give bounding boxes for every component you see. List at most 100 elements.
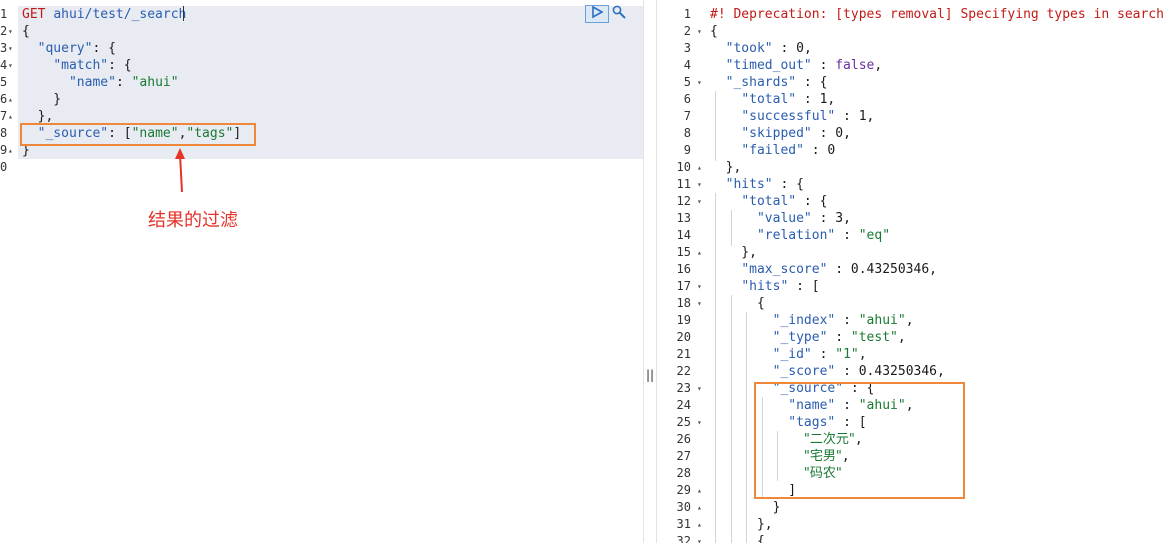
line-number: 2	[683, 24, 691, 38]
code-line[interactable]: 2 ▾{	[0, 23, 643, 40]
text-cursor	[183, 6, 184, 21]
code-line[interactable]: 2 ▾{	[657, 23, 1165, 40]
fold-open-icon[interactable]: ▾	[697, 278, 702, 295]
code-line[interactable]: 21 "_id" : "1",	[657, 346, 1165, 363]
fold-close-icon[interactable]: ▴	[697, 159, 702, 176]
wrench-icon	[611, 4, 627, 24]
code-token: ,	[827, 92, 836, 107]
code-line[interactable]: 22 "_score" : 0.43250346,	[657, 363, 1165, 380]
fold-close-icon[interactable]: ▴	[697, 516, 702, 533]
fold-open-icon[interactable]: ▾	[697, 23, 702, 40]
code-token: "took"	[725, 41, 773, 56]
fold-close-icon[interactable]: ▴	[8, 91, 13, 108]
code-line[interactable]: 13 "value" : 3,	[657, 210, 1165, 227]
code-token: :	[803, 143, 828, 158]
code-line[interactable]: 30 ▴ }	[657, 499, 1165, 516]
code-line[interactable]: 9 "failed" : 0	[657, 142, 1165, 159]
code-text: "total" : {	[710, 193, 827, 210]
code-line[interactable]: 5 "name": "ahui"	[0, 74, 643, 91]
code-text: {	[22, 23, 30, 40]
line-number: 7	[0, 109, 8, 123]
annotation-arrow	[175, 148, 185, 193]
fold-open-icon[interactable]: ▾	[697, 533, 702, 543]
divider-handle[interactable]: ||	[645, 368, 655, 384]
line-number: 32	[676, 534, 691, 543]
fold-close-icon[interactable]: ▴	[8, 108, 13, 125]
code-token: 3	[835, 211, 844, 226]
send-request-button[interactable]	[585, 5, 609, 23]
line-number: 23	[676, 381, 691, 395]
fold-open-icon[interactable]: ▾	[697, 380, 702, 397]
code-line[interactable]: 6 ▴ }	[0, 91, 643, 108]
fold-open-icon[interactable]: ▾	[8, 40, 13, 57]
code-token: "_score"	[772, 364, 836, 379]
pane-divider[interactable]	[643, 0, 657, 543]
code-token: {	[710, 296, 765, 311]
line-number: 1	[0, 7, 8, 21]
code-token: "hits"	[725, 177, 773, 192]
fold-open-icon[interactable]: ▾	[697, 74, 702, 91]
fold-open-icon[interactable]: ▾	[697, 295, 702, 312]
fold-close-icon[interactable]: ▴	[697, 244, 702, 261]
line-number: 6	[0, 92, 8, 106]
fold-open-icon[interactable]: ▾	[8, 57, 13, 74]
code-token: ,	[937, 364, 945, 379]
code-line[interactable]: 19 "_index" : "ahui",	[657, 312, 1165, 329]
code-line[interactable]: 20 "_type" : "test",	[657, 329, 1165, 346]
request-editor[interactable]: 1 GET ahui/test/_search 2 ▾{3 ▾ "query": {4 ▾…	[0, 0, 643, 543]
code-token: ahui/test/_search	[53, 7, 187, 22]
code-line[interactable]: 3 "took" : 0,	[657, 40, 1165, 57]
fold-open-icon[interactable]: ▾	[8, 23, 13, 40]
code-token: "_index"	[772, 313, 836, 328]
fold-close-icon[interactable]: ▴	[697, 499, 702, 516]
code-token: 0.43250346	[850, 262, 930, 277]
code-line[interactable]: 17 ▾ "hits" : [	[657, 278, 1165, 295]
code-line[interactable]: 6 "total" : 1,	[657, 91, 1165, 108]
code-line[interactable]: 3 ▾ "query": {	[0, 40, 643, 57]
code-line[interactable]: 11 ▾ "hits" : {	[657, 176, 1165, 193]
code-line[interactable]: 4 ▾ "match": {	[0, 57, 643, 74]
code-line[interactable]: 7 "successful" : 1,	[657, 108, 1165, 125]
code-line[interactable]: 1 #! Deprecation: [types removal] Specify…	[657, 6, 1165, 23]
code-line[interactable]: 31 ▴ },	[657, 516, 1165, 533]
code-token: ,	[843, 126, 851, 141]
code-token: :	[835, 109, 859, 124]
code-line[interactable]: 16 "max_score" : 0.43250346,	[657, 261, 1165, 278]
line-number: 1	[683, 7, 691, 21]
code-token: {	[22, 24, 30, 39]
code-line[interactable]: 4 "timed_out" : false,	[657, 57, 1165, 74]
code-line[interactable]: 15 ▴ },	[657, 244, 1165, 261]
code-text: "_index" : "ahui",	[710, 312, 914, 329]
code-token: ,	[866, 109, 875, 124]
code-line[interactable]: 14 "relation" : "eq"	[657, 227, 1165, 244]
code-token: :	[772, 41, 797, 56]
code-line[interactable]: 32 ▾ {	[657, 533, 1165, 543]
fold-open-icon[interactable]: ▾	[697, 414, 702, 431]
line-number: 21	[676, 347, 691, 361]
code-line[interactable]: 1 GET ahui/test/_search	[0, 6, 643, 23]
code-token: "value"	[756, 211, 812, 226]
fold-open-icon[interactable]: ▾	[697, 193, 702, 210]
code-line[interactable]: 8 "skipped" : 0,	[657, 125, 1165, 142]
fold-close-icon[interactable]: ▴	[8, 142, 13, 159]
code-line[interactable]: 10 ▴ },	[657, 159, 1165, 176]
code-text: #! Deprecation: [types removal] Specifyi…	[710, 6, 1165, 23]
code-line[interactable]: 18 ▾ {	[657, 295, 1165, 312]
code-line[interactable]: 12 ▾ "total" : {	[657, 193, 1165, 210]
request-settings-button[interactable]	[610, 5, 628, 23]
line-number: 17	[676, 279, 691, 293]
code-token: 0.43250346	[858, 364, 938, 379]
code-token: "name"	[68, 75, 116, 90]
code-line[interactable]: 5 ▾ "_shards" : {	[657, 74, 1165, 91]
fold-close-icon[interactable]: ▴	[697, 482, 702, 499]
fold-open-icon[interactable]: ▾	[697, 176, 702, 193]
code-text: "name": "ahui"	[22, 74, 179, 91]
code-text: "_type" : "test",	[710, 329, 906, 346]
line-number: 25	[676, 415, 691, 429]
code-text: }	[22, 91, 61, 108]
code-line[interactable]: 0	[0, 159, 643, 176]
code-token: :	[835, 313, 859, 328]
